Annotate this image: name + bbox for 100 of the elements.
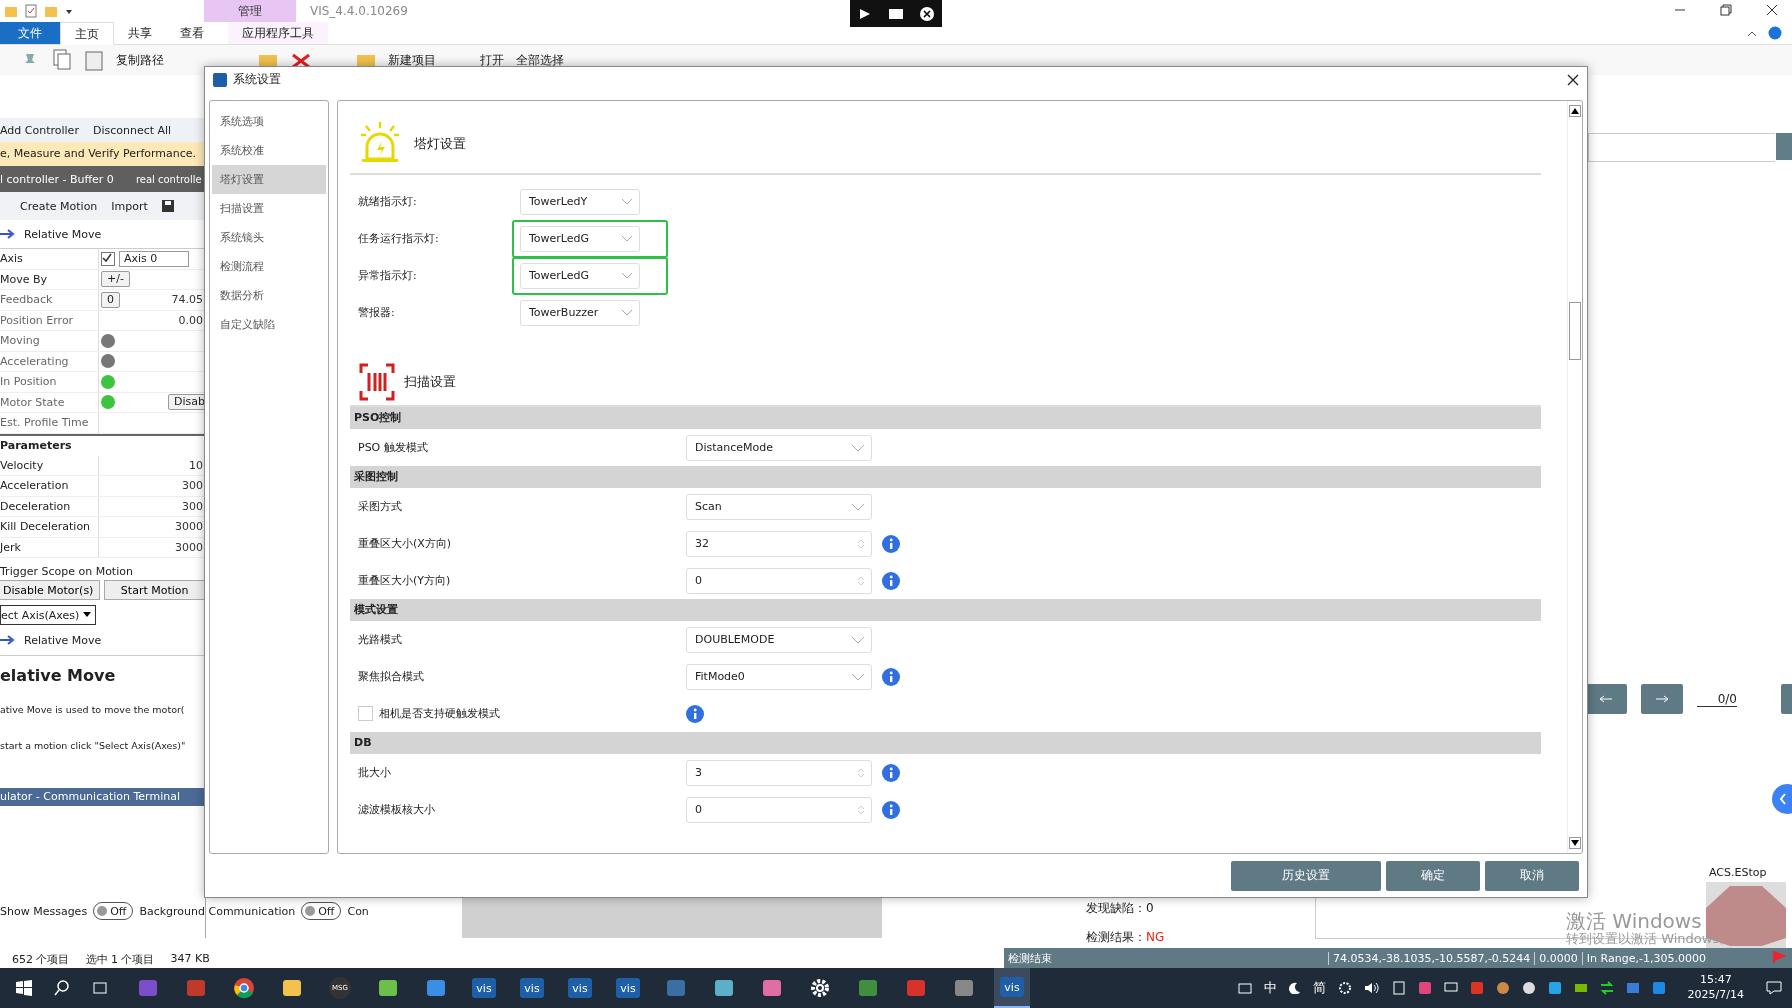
save-icon[interactable] [161,200,174,212]
tray-app-icon[interactable] [1599,981,1614,995]
folder-icon[interactable] [258,53,278,67]
small-button[interactable]: Disab [168,394,205,411]
previous-button[interactable] [1585,684,1627,714]
folder-icon[interactable] [356,53,376,67]
dropdown[interactable]: TowerLedG [520,262,640,289]
taskbar-app-icon[interactable]: vis [994,968,1030,1008]
moon-icon[interactable] [1288,982,1301,994]
number-field[interactable]: 0 [686,567,872,594]
windows-start-icon[interactable] [16,980,32,996]
toolbar-button[interactable]: Add Controller [0,123,79,137]
document-tab[interactable]: l controller - Buffer 0 [0,172,114,186]
copy-icon[interactable] [52,49,72,71]
network-icon[interactable] [1443,981,1458,995]
scroll-up-icon[interactable] [1569,105,1581,118]
info-icon[interactable] [882,571,900,590]
ribbon-tab[interactable]: 文件 [0,22,60,44]
cancel-button[interactable]: 取消 [1485,860,1579,891]
property-label: Axis [0,252,24,266]
input-method-indicator[interactable]: 简 [1312,979,1326,997]
ribbon-button[interactable]: 新建项目 [388,51,436,69]
help-text: start a motion click "Select Axis(Axes)" [0,739,187,753]
close-icon[interactable] [1567,73,1579,86]
info-icon[interactable] [882,667,900,686]
nav-item[interactable]: 系统镜头 [212,223,326,253]
dropdown[interactable]: FitMode0 [686,663,872,690]
input-method-indicator[interactable]: 中 [1263,979,1277,997]
small-button[interactable]: +/- [101,271,130,288]
nav-item[interactable]: 自定义缺陷 [212,310,326,340]
ribbon-tab[interactable]: 查看 [166,22,218,44]
scroll-thumb[interactable] [1569,302,1581,361]
status-text: 选中 1 个项目 [85,952,155,967]
restore-icon[interactable] [1720,4,1732,16]
section-title: Relative Move [24,633,102,647]
info-icon[interactable] [882,534,900,553]
checklist-icon[interactable] [24,4,38,18]
ribbon-button[interactable]: 全部选择 [516,51,564,69]
resize-icon[interactable] [888,6,904,21]
document-tab[interactable]: real controlle [135,173,202,185]
clock-time[interactable]: 15:47 [1699,973,1732,988]
nav-item[interactable]: 数据分析 [212,281,326,311]
toolbar-button[interactable]: Create Motion [20,199,98,213]
info-icon[interactable] [882,763,900,782]
property-label: Motor State [0,395,66,409]
keyboard-icon[interactable] [1237,981,1252,995]
scroll-down-icon[interactable] [1569,837,1581,850]
nav-item[interactable]: 塔灯设置 [212,165,326,195]
axis-select[interactable]: ect Axis(Axes) [0,605,96,625]
nav-item[interactable]: 检测流程 [212,252,326,282]
nav-item[interactable]: 系统选项 [212,107,326,137]
dropdown[interactable]: DistanceMode [686,434,872,461]
ribbon-tab[interactable]: 主页 [60,21,114,45]
field-label: PSO 触发模式 [357,440,429,456]
tray-app-icon[interactable] [1391,981,1406,995]
tray-app-icon[interactable] [1495,981,1510,995]
property-label: Est. Profile Time [0,416,90,430]
ribbon-button[interactable]: 打开 [480,51,504,69]
volume-icon[interactable] [1363,981,1380,995]
ribbon-button[interactable]: 复制路径 [116,51,164,69]
number-field[interactable]: 0 [686,796,872,823]
clipboard-icon[interactable] [84,49,104,71]
next-button[interactable] [1641,684,1683,714]
small-button[interactable]: 0 [101,291,120,308]
ribbon-tab[interactable]: 共享 [114,22,166,44]
tray-app-icon[interactable] [1521,981,1536,995]
search-icon[interactable] [54,980,70,996]
nav-item[interactable]: 系统校准 [212,136,326,166]
dropdown[interactable]: TowerBuzzer [520,299,640,326]
dropdown[interactable]: TowerLedY [520,188,640,215]
history-settings-button[interactable]: 历史设置 [1231,860,1381,891]
axis-select[interactable]: Axis 0 [119,250,189,267]
dropdown[interactable]: TowerLedG [520,225,640,252]
info-icon[interactable] [882,800,900,819]
tray-app-icon[interactable] [1573,981,1588,995]
delete-icon[interactable] [290,53,312,67]
dropdown[interactable]: DOUBLEMODE [686,626,872,653]
close-icon[interactable] [1766,4,1778,16]
action-button[interactable]: Start Motion [104,580,205,600]
input-field[interactable] [1588,133,1775,162]
checkbox[interactable] [358,706,373,722]
info-icon[interactable] [686,704,704,723]
action-button[interactable]: Disable Motor(s) [0,580,101,600]
dropdown[interactable]: Scan [686,493,872,520]
toolbar-button[interactable]: Import [111,199,148,213]
ok-button[interactable]: 确定 [1386,860,1480,891]
number-field[interactable]: 3 [686,759,872,786]
notification-icon[interactable] [1766,980,1782,996]
checkbox[interactable] [101,251,115,266]
nav-item[interactable]: 扫描设置 [212,194,326,224]
tray-app-icon[interactable] [1547,981,1562,995]
help-icon[interactable] [1768,26,1782,40]
settings-icon[interactable] [1337,981,1352,995]
close-icon[interactable] [918,5,935,22]
number-field[interactable]: 32 [686,530,872,557]
scrollbar[interactable] [1567,101,1582,854]
toolbar-button[interactable]: Disconnect All [92,123,172,137]
task-view-icon[interactable] [92,980,108,996]
ribbon-tab[interactable]: 应用程序工具 [228,22,328,44]
clock-date[interactable]: 2025/7/14 [1687,988,1744,1003]
